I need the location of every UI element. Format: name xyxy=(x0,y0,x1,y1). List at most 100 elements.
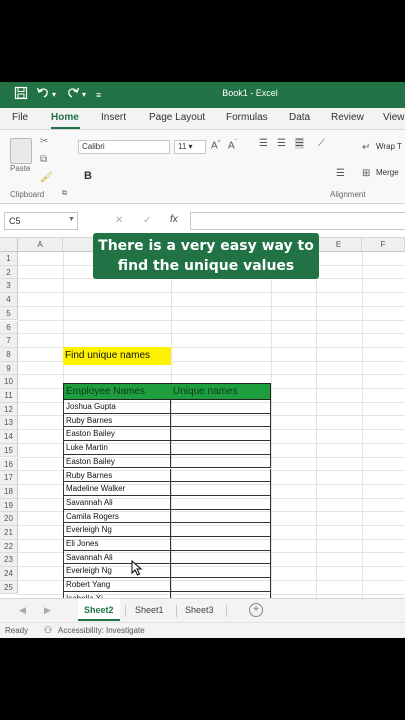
indent-icon[interactable]: ☰ xyxy=(336,168,345,179)
employee-name-cell[interactable]: Everleigh Ng xyxy=(63,564,171,579)
employee-name-cell[interactable]: Eli Jones xyxy=(63,537,171,551)
unique-name-cell[interactable] xyxy=(171,413,271,428)
column-header-e[interactable]: E xyxy=(316,238,362,252)
insert-function-icon[interactable]: fx xyxy=(170,214,178,225)
column-header-f[interactable]: F xyxy=(362,238,405,252)
tab-review[interactable]: Review xyxy=(331,112,364,123)
undo-dropdown-icon[interactable]: ▾ xyxy=(52,86,56,104)
unique-name-cell[interactable] xyxy=(171,482,271,496)
formula-input[interactable] xyxy=(190,212,405,230)
align-top-icon[interactable]: ☰ xyxy=(259,138,268,149)
header-unique-names[interactable]: Unique names xyxy=(171,383,271,400)
row-header-23[interactable]: 23 xyxy=(0,553,18,568)
employee-name-cell[interactable]: Easton Bailey xyxy=(63,427,171,442)
merge-button[interactable]: Merge xyxy=(376,168,399,177)
unique-name-cell[interactable] xyxy=(171,454,271,469)
align-middle-icon[interactable]: ☰ xyxy=(277,138,286,149)
next-sheet-icon[interactable]: ▶ xyxy=(44,605,51,616)
tab-page-layout[interactable]: Page Layout xyxy=(149,112,205,123)
accessibility-icon[interactable]: ⚇ xyxy=(44,625,52,636)
cancel-icon[interactable]: ✕ xyxy=(115,215,123,226)
sheet-tab-sheet2[interactable]: Sheet2 xyxy=(78,599,120,621)
unique-name-cell[interactable] xyxy=(171,468,271,483)
row-header-16[interactable]: 16 xyxy=(0,457,18,472)
name-box[interactable]: C5 xyxy=(4,212,78,230)
enter-icon[interactable]: ✓ xyxy=(143,215,151,226)
add-sheet-icon[interactable]: + xyxy=(249,603,263,617)
sheet-tab-sheet3[interactable]: Sheet3 xyxy=(179,599,220,621)
unique-name-cell[interactable] xyxy=(171,564,271,579)
tab-formulas[interactable]: Formulas xyxy=(226,112,268,123)
employee-name-cell[interactable]: Ruby Barnes xyxy=(63,468,171,483)
tab-file[interactable]: File xyxy=(12,112,28,123)
wrap-text-icon[interactable]: ↵ xyxy=(362,142,370,153)
row-header-6[interactable]: 6 xyxy=(0,320,18,335)
row-header-19[interactable]: 19 xyxy=(0,498,18,513)
unique-name-cell[interactable] xyxy=(171,441,271,455)
clipboard-launcher-icon[interactable]: ⧉ xyxy=(62,190,67,198)
font-size-select[interactable]: 11 ▾ xyxy=(174,140,206,154)
merge-icon[interactable]: ⊞ xyxy=(362,168,370,179)
name-box-dropdown-icon[interactable]: ▼ xyxy=(68,216,75,223)
align-bottom-icon[interactable]: ☰ xyxy=(295,138,304,149)
row-header-9[interactable]: 9 xyxy=(0,361,18,376)
undo-icon[interactable] xyxy=(36,86,50,105)
unique-name-cell[interactable] xyxy=(171,509,271,524)
unique-name-cell[interactable] xyxy=(171,578,271,592)
row-header-7[interactable]: 7 xyxy=(0,334,18,348)
row-header-2[interactable]: 2 xyxy=(0,265,18,280)
orientation-icon[interactable]: ⟋ xyxy=(318,138,325,149)
redo-dropdown-icon[interactable]: ▾ xyxy=(82,86,86,104)
row-header-1[interactable]: 1 xyxy=(0,252,18,266)
unique-name-cell[interactable] xyxy=(171,427,271,442)
decrease-font-icon[interactable]: Aˇ xyxy=(228,140,237,151)
row-header-10[interactable]: 10 xyxy=(0,375,18,389)
row-header-14[interactable]: 14 xyxy=(0,430,18,444)
employee-name-cell[interactable]: Robert Yang xyxy=(63,578,171,592)
row-header-5[interactable]: 5 xyxy=(0,306,18,321)
row-header-22[interactable]: 22 xyxy=(0,539,18,554)
tab-view[interactable]: View xyxy=(383,112,405,123)
row-header-11[interactable]: 11 xyxy=(0,389,18,403)
employee-name-cell[interactable]: Savannah Ali xyxy=(63,495,171,510)
format-painter-icon[interactable]: 🖌 xyxy=(40,172,53,183)
employee-name-cell[interactable]: Joshua Gupta xyxy=(63,400,171,414)
accessibility-status[interactable]: Accessibility: Investigate xyxy=(58,626,145,635)
worksheet-grid[interactable]: ABCDEF1234567891011121314151617181920212… xyxy=(0,238,405,598)
select-all-corner[interactable] xyxy=(0,238,18,252)
wrap-text-button[interactable]: Wrap T xyxy=(376,142,402,151)
increase-font-icon[interactable]: A^ xyxy=(211,140,221,151)
column-header-a[interactable]: A xyxy=(18,238,63,252)
employee-name-cell[interactable]: Everleigh Ng xyxy=(63,523,171,537)
row-header-20[interactable]: 20 xyxy=(0,512,18,526)
row-header-25[interactable]: 25 xyxy=(0,580,18,595)
row-header-4[interactable]: 4 xyxy=(0,293,18,307)
unique-name-cell[interactable] xyxy=(171,495,271,510)
copy-icon[interactable]: ⧉ xyxy=(40,154,47,165)
row-header-17[interactable]: 17 xyxy=(0,471,18,485)
tab-insert[interactable]: Insert xyxy=(101,112,126,123)
paste-icon[interactable] xyxy=(10,138,32,164)
row-header-12[interactable]: 12 xyxy=(0,402,18,417)
tab-data[interactable]: Data xyxy=(289,112,310,123)
row-header-3[interactable]: 3 xyxy=(0,279,18,294)
row-header-18[interactable]: 18 xyxy=(0,484,18,499)
unique-name-cell[interactable] xyxy=(171,523,271,537)
cut-icon[interactable]: ✂ xyxy=(40,136,48,147)
bold-button[interactable]: B xyxy=(84,170,92,182)
sheet-tab-sheet1[interactable]: Sheet1 xyxy=(129,599,170,621)
prev-sheet-icon[interactable]: ◀ xyxy=(19,605,26,616)
row-header-8[interactable]: 8 xyxy=(0,347,18,362)
employee-name-cell[interactable]: Savannah Ali xyxy=(63,550,171,565)
employee-name-cell[interactable]: Easton Bailey xyxy=(63,454,171,469)
row-header-21[interactable]: 21 xyxy=(0,526,18,540)
title-cell[interactable]: Find unique names xyxy=(63,347,171,365)
row-header-24[interactable]: 24 xyxy=(0,567,18,581)
header-employee-names[interactable]: Employee Names xyxy=(63,383,172,400)
employee-name-cell[interactable]: Camila Rogers xyxy=(63,509,171,524)
employee-name-cell[interactable]: Luke Martin xyxy=(63,441,171,455)
row-header-13[interactable]: 13 xyxy=(0,416,18,431)
employee-name-cell[interactable]: Ruby Barnes xyxy=(63,413,171,428)
unique-name-cell[interactable] xyxy=(171,537,271,551)
save-icon[interactable] xyxy=(14,86,28,105)
